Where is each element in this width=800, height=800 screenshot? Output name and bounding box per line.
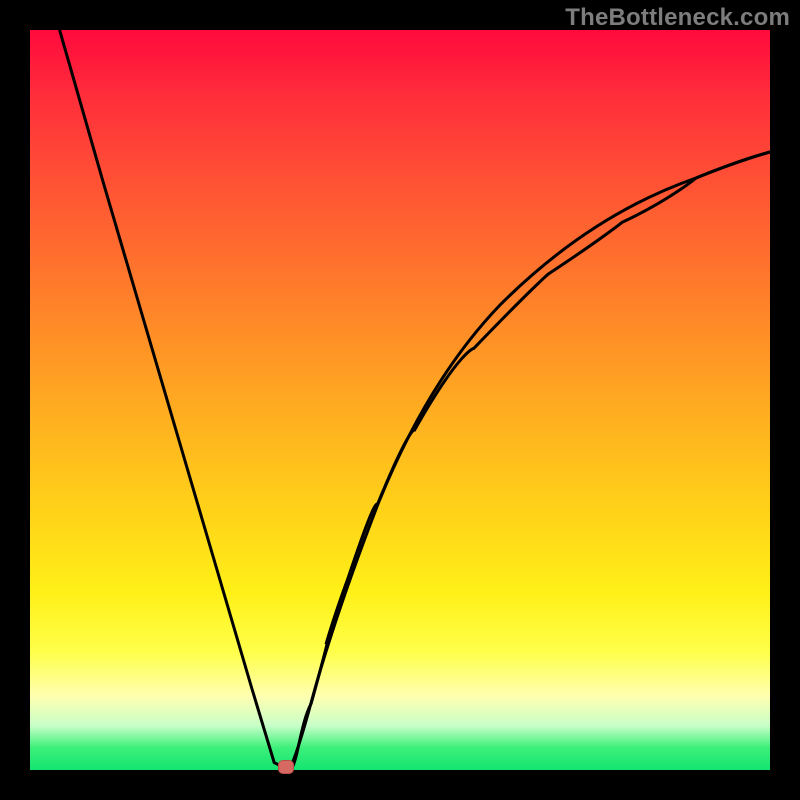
plot-area: [30, 30, 770, 770]
watermark-text: TheBottleneck.com: [565, 4, 790, 32]
curve-overlay: [289, 152, 770, 770]
bottleneck-marker: [278, 760, 294, 774]
curve-svg: [30, 30, 770, 770]
curve-left-branch: [60, 30, 289, 770]
curve-right-branch: [289, 152, 770, 770]
chart-frame: TheBottleneck.com: [0, 0, 800, 800]
